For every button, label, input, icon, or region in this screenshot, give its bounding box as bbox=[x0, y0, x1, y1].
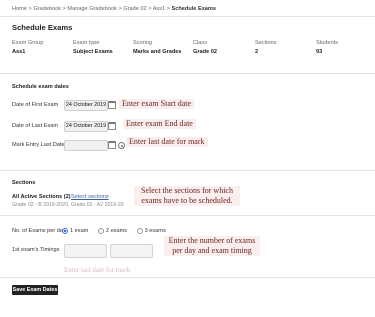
mark-entry-date-label: Mark Entry Last Date bbox=[12, 142, 65, 148]
exams-per-day-options: 1 exam 2 exams 3 exams bbox=[62, 228, 174, 234]
students-label: Students bbox=[316, 40, 339, 46]
breadcrumb: Home > Gradebook > Manage Gradebook > Gr… bbox=[12, 6, 216, 12]
breadcrumb-manage-gradebook[interactable]: Manage Gradebook bbox=[67, 6, 116, 12]
class-value: Grade 02 bbox=[193, 49, 217, 55]
exam-timings-label: 1st exam's Timings bbox=[12, 247, 60, 253]
radio-icon bbox=[136, 228, 143, 234]
exam-start-time-input[interactable] bbox=[64, 244, 107, 258]
select-sections-link[interactable]: Select sections bbox=[71, 194, 109, 200]
radio-3-exams[interactable]: 3 exams bbox=[136, 228, 166, 234]
class-label: Class bbox=[193, 40, 207, 46]
exam-type-label: Exam type bbox=[73, 40, 100, 46]
divider bbox=[0, 170, 375, 171]
sections-value: 2 bbox=[255, 49, 259, 55]
last-exam-date-input[interactable]: 24 October 2019 bbox=[64, 121, 108, 132]
annotation-start-date: Enter exam Start date bbox=[119, 99, 195, 109]
annotation-exams-per-day: Enter the number of exams per day and ex… bbox=[164, 236, 260, 256]
breadcrumb-separator: > bbox=[166, 6, 170, 12]
save-exam-dates-button[interactable]: Save Exam Dates bbox=[12, 285, 58, 295]
exam-group-label: Exam Group bbox=[12, 40, 44, 46]
scoring-value: Marks and Grades bbox=[133, 49, 182, 55]
divider bbox=[0, 16, 375, 17]
scoring-label: Scoring bbox=[133, 40, 152, 46]
breadcrumb-separator: > bbox=[28, 6, 32, 12]
divider bbox=[0, 277, 375, 278]
divider bbox=[0, 73, 375, 74]
radio-1-exam[interactable]: 1 exam bbox=[62, 228, 88, 234]
first-exam-date-label: Date of First Exam bbox=[12, 102, 59, 108]
last-exam-date-label: Date of Last Exam bbox=[12, 123, 59, 129]
annotation-ghost: Enter last date for mark bbox=[64, 266, 131, 274]
annotation-end-date: Enter exam End date bbox=[123, 119, 196, 129]
breadcrumb-separator: > bbox=[148, 6, 152, 12]
radio-selected-icon bbox=[62, 228, 68, 234]
breadcrumb-gradebook[interactable]: Gradebook bbox=[33, 6, 61, 12]
exam-end-time-input[interactable] bbox=[110, 244, 153, 258]
breadcrumb-current: Schedule Exams bbox=[171, 6, 217, 12]
radio-2-exams[interactable]: 2 exams bbox=[97, 228, 127, 234]
calendar-icon[interactable] bbox=[108, 122, 116, 130]
exam-type-value: Subject Exams bbox=[73, 49, 113, 55]
students-value: 93 bbox=[316, 49, 323, 55]
breadcrumb-separator: > bbox=[118, 6, 122, 12]
breadcrumb-grade[interactable]: Grade 02 bbox=[123, 6, 146, 12]
exam-group-value: Ass1 bbox=[12, 49, 26, 55]
clear-date-icon[interactable] bbox=[118, 142, 125, 149]
annotation-sections: Select the sections for which exams have… bbox=[134, 186, 240, 206]
annotation-mark-date: Enter last date for mark bbox=[126, 137, 208, 147]
breadcrumb-separator: > bbox=[62, 6, 66, 12]
mark-entry-date-input[interactable] bbox=[64, 140, 108, 151]
radio-icon bbox=[97, 228, 104, 234]
all-active-sections-label: All Active Sections (2) bbox=[12, 194, 71, 200]
sections-list: Grade 02 - B 2019-2020, Grade 02 - A2 20… bbox=[12, 202, 124, 208]
calendar-icon[interactable] bbox=[108, 141, 116, 149]
breadcrumb-assessment[interactable]: Ass1 bbox=[153, 6, 165, 12]
calendar-icon[interactable] bbox=[108, 101, 116, 109]
breadcrumb-home[interactable]: Home bbox=[12, 6, 27, 12]
schedule-dates-heading: Schedule exam dates bbox=[12, 84, 69, 90]
divider bbox=[0, 215, 375, 216]
page-title: Schedule Exams bbox=[12, 23, 73, 32]
first-exam-date-input[interactable]: 24 October 2019 bbox=[64, 100, 108, 111]
sections-label: Sections bbox=[255, 40, 277, 46]
exams-per-day-label: No. of Exams per day bbox=[12, 228, 66, 234]
sections-heading: Sections bbox=[12, 180, 36, 186]
